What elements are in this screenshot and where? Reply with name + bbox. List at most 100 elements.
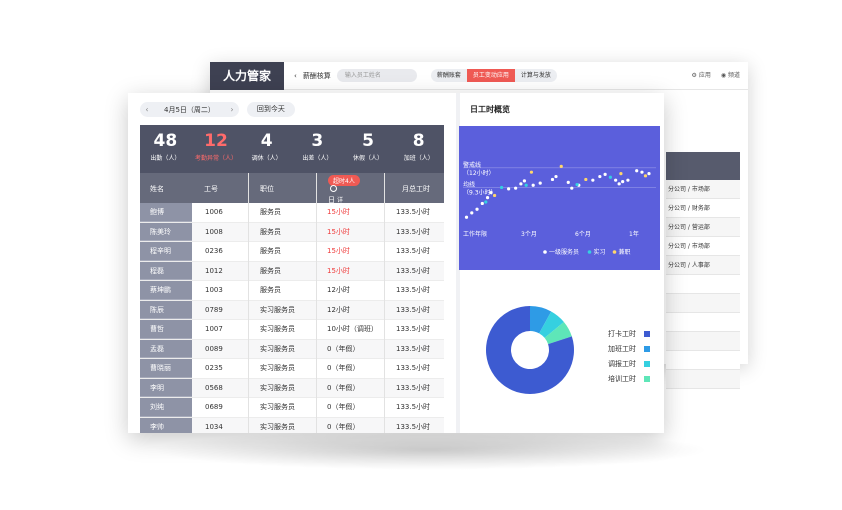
legend-label: 实习 bbox=[594, 248, 606, 256]
cell-id: 0689 bbox=[205, 403, 223, 411]
back-table-row[interactable] bbox=[666, 332, 740, 351]
back-table-row[interactable]: 分公司 / 财务部 bbox=[666, 199, 740, 218]
today-button[interactable]: 回到今天 bbox=[246, 102, 295, 117]
cell-id: 0568 bbox=[192, 378, 248, 397]
stat-value: 12 bbox=[204, 131, 228, 151]
table-row[interactable]: 曹晓丽 0235 实习服务员 0（年假） 133.5小时 bbox=[140, 359, 444, 379]
table-body: 鲍博 1006 服务员 15小时 133.5小时 陈美玲 1008 服务员 15小时 133.5小… bbox=[140, 203, 444, 433]
scatter-point bbox=[519, 182, 523, 186]
prev-day-icon[interactable]: ‹ bbox=[140, 105, 154, 114]
scatter-point bbox=[484, 200, 488, 204]
table-row[interactable]: 曹哲 1007 实习服务员 10小时（调班） 133.5小时 bbox=[140, 320, 444, 340]
table-row[interactable]: 陈美玲 1008 服务员 15小时 133.5小时 bbox=[140, 222, 444, 242]
table-row[interactable]: 李明 0568 实习服务员 0（年假） 133.5小时 bbox=[140, 378, 444, 398]
table-row[interactable]: 程辛明 0236 服务员 15小时 133.5小时 bbox=[140, 242, 444, 262]
donut-legend: 打卡工时 加班工时 调报工时 培训工时 bbox=[608, 326, 650, 386]
cell-month-hours: 133.5小时 bbox=[396, 325, 431, 333]
stat-item[interactable]: 12 考勤异常（人） bbox=[191, 125, 242, 173]
stat-value: 4 bbox=[260, 131, 273, 151]
brand-logo: 人力管家 bbox=[210, 62, 284, 90]
scatter-point bbox=[598, 174, 602, 179]
cell-month-hours: 133.5小时 bbox=[384, 417, 444, 433]
table-row[interactable]: 李帅 1034 实习服务员 0（年假） 133.5小时 bbox=[140, 417, 444, 433]
cell-id: 1034 bbox=[192, 417, 248, 433]
stat-item[interactable]: 8 加班（人） bbox=[393, 125, 444, 173]
scatter-point bbox=[529, 170, 534, 174]
legend-swatch bbox=[644, 330, 650, 337]
legend-swatch bbox=[644, 360, 650, 367]
overview-title: 日工时概览 bbox=[470, 105, 510, 114]
date-bar: ‹ 4月5日（周二） › 回到今天 bbox=[140, 102, 295, 117]
tab-staff-change[interactable]: 员工变动应用 bbox=[466, 69, 515, 82]
current-date[interactable]: 4月5日（周二） bbox=[154, 105, 225, 115]
scatter-point bbox=[617, 182, 621, 186]
back-table-row[interactable] bbox=[666, 370, 740, 389]
stat-item[interactable]: 3 出差（人） bbox=[292, 125, 343, 173]
header-name[interactable]: 姓名 bbox=[150, 184, 164, 194]
cell-id: 1006 bbox=[205, 208, 223, 216]
back-table-row[interactable]: 分公司 / 人事部 bbox=[666, 256, 740, 275]
scatter-point bbox=[485, 196, 490, 200]
back-label[interactable]: 薪酬核算 bbox=[303, 71, 331, 81]
cell-day-hours: 0（年假） bbox=[316, 339, 384, 358]
chevron-left-icon[interactable]: ‹ bbox=[294, 72, 297, 80]
cell-position: 服务员 bbox=[260, 208, 281, 216]
cell-month-hours: 133.5小时 bbox=[396, 286, 431, 294]
cell-month-hours: 133.5小时 bbox=[396, 364, 431, 372]
back-table-row[interactable] bbox=[666, 313, 740, 332]
cell-day-hours: 0（年假） bbox=[316, 378, 384, 397]
legend-swatch bbox=[644, 375, 650, 382]
x-tick-label: 6个月 bbox=[575, 231, 591, 238]
channel-link[interactable]: ◉ 频道 bbox=[721, 70, 740, 79]
table-row[interactable]: 鲍博 1006 服务员 15小时 133.5小时 bbox=[140, 203, 444, 223]
header-day-hours[interactable]: 日总工时 详情 bbox=[328, 184, 343, 234]
detail-icon[interactable] bbox=[330, 184, 337, 192]
stat-label: 调休（人） bbox=[251, 155, 282, 162]
cell-name: 陈美玲 bbox=[140, 222, 192, 241]
cell-day-hours: 15小时 bbox=[316, 222, 384, 241]
scatter-point bbox=[626, 178, 630, 182]
table-row[interactable]: 程磊 1012 服务员 15小时 133.5小时 bbox=[140, 261, 444, 281]
header-id[interactable]: 工号 bbox=[204, 184, 218, 194]
legend-marker bbox=[612, 250, 617, 254]
back-table-row[interactable] bbox=[666, 351, 740, 370]
header-month-hours[interactable]: 月总工时 bbox=[402, 184, 430, 194]
table-row[interactable]: 陈辰 0789 实习服务员 12小时 133.5小时 bbox=[140, 300, 444, 320]
cell-position: 实习服务员 bbox=[248, 300, 316, 319]
back-table-row[interactable] bbox=[666, 275, 740, 294]
scatter-point bbox=[470, 211, 474, 215]
table-row[interactable]: 蔡坤鹏 1003 服务员 12小时 133.5小时 bbox=[140, 281, 444, 301]
cell-day-hours: 15小时 bbox=[316, 261, 384, 280]
tab-calc-pay[interactable]: 计算与发放 bbox=[515, 69, 557, 82]
scatter-point bbox=[480, 201, 484, 206]
next-day-icon[interactable]: › bbox=[225, 105, 239, 114]
hours-donut-chart bbox=[484, 304, 576, 396]
scatter-point bbox=[522, 179, 527, 183]
back-table-row[interactable] bbox=[666, 294, 740, 313]
legend-label: 打卡工时 bbox=[608, 329, 636, 338]
cell-position: 实习服务员 bbox=[248, 417, 316, 433]
cell-id: 0089 bbox=[192, 339, 248, 358]
scatter-point bbox=[550, 177, 555, 182]
back-nav: ‹ 薪酬核算 输入员工姓名 薪酬账套 员工变动应用 计算与发放 bbox=[294, 69, 557, 82]
search-input[interactable]: 输入员工姓名 bbox=[336, 69, 417, 82]
cell-name: 鲍博 bbox=[140, 203, 192, 222]
tab-salary-set[interactable]: 薪酬账套 bbox=[431, 69, 467, 82]
stat-item[interactable]: 5 休假（人） bbox=[343, 125, 394, 173]
x-tick-label: 3个月 bbox=[521, 231, 537, 238]
apps-link[interactable]: ⚙ 应用 bbox=[692, 70, 711, 79]
table-row[interactable]: 刘纯 0689 实习服务员 0（年假） 133.5小时 bbox=[140, 398, 444, 418]
stat-item[interactable]: 48 出勤（人） bbox=[140, 125, 191, 173]
stat-item[interactable]: 4 调休（人） bbox=[241, 125, 292, 173]
cell-name: 刘纯 bbox=[140, 398, 192, 417]
cell-id: 0789 bbox=[192, 300, 248, 319]
scatter-point bbox=[531, 183, 535, 187]
header-position[interactable]: 职位 bbox=[260, 184, 274, 194]
back-table-row[interactable]: 分公司 / 市场部 bbox=[666, 237, 740, 256]
table-row[interactable]: 孟磊 0089 实习服务员 0（年假） 133.5小时 bbox=[140, 339, 444, 359]
cell-position: 实习服务员 bbox=[260, 403, 295, 411]
legend-label: 调报工时 bbox=[608, 359, 636, 368]
back-table-row[interactable]: 分公司 / 营运部 bbox=[666, 218, 740, 237]
stat-value: 8 bbox=[412, 131, 425, 151]
back-table-row[interactable]: 分公司 / 市场部 bbox=[666, 180, 740, 199]
